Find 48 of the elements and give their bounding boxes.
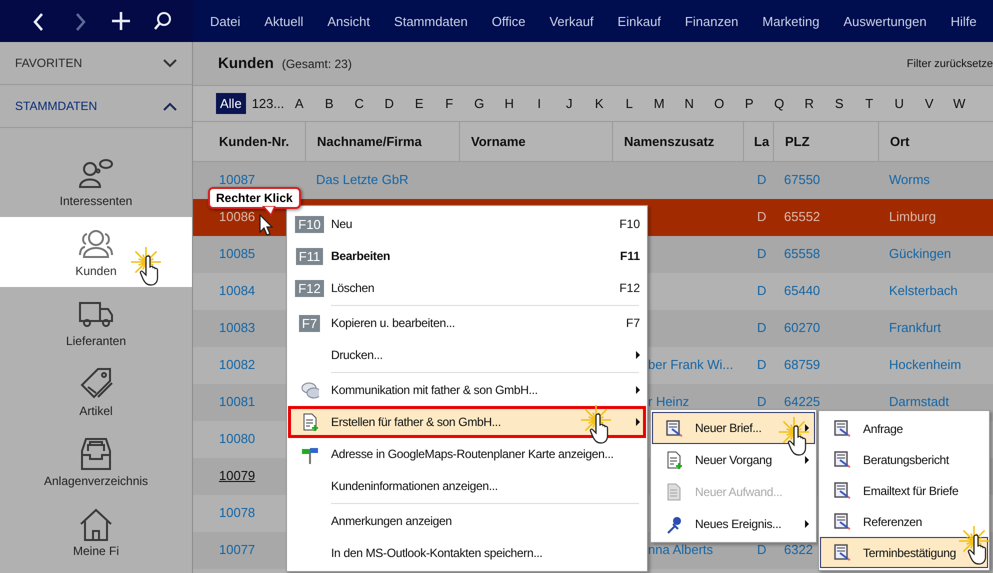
table-cell: Gückingen	[889, 246, 952, 260]
table-cell: 10079	[219, 468, 256, 482]
key-badge: F11	[296, 248, 324, 264]
shortcut-text: F10	[619, 217, 640, 231]
table-cell: 60270	[784, 320, 820, 334]
page-title: Kunden	[218, 55, 274, 72]
shortcut-text: F11	[620, 249, 640, 263]
table-cell: ber Frank Wi...	[648, 356, 734, 372]
table-cell: D	[757, 172, 766, 186]
key-badge: F7	[298, 314, 320, 332]
table-cell: Limburg	[889, 208, 936, 224]
table-cell: D	[757, 394, 766, 408]
table-cell: Worms	[889, 172, 930, 186]
table-cell: 68759	[784, 356, 820, 372]
table-cell: D	[757, 282, 766, 298]
table-cell: 65558	[784, 246, 820, 260]
table-cell: 10083	[219, 320, 256, 334]
record-count: (Gesamt: 23)	[282, 56, 352, 70]
key-badge: F12	[295, 280, 324, 296]
table-cell: D	[757, 208, 766, 224]
table-cell: 10085	[219, 246, 256, 260]
table-cell: 10087	[219, 172, 256, 186]
table-cell: Kelsterbach	[889, 282, 958, 298]
table-cell: D	[757, 320, 766, 334]
table-cell: D	[757, 356, 766, 372]
table-cell: 67550	[784, 172, 820, 186]
table-cell: 10086	[219, 208, 256, 224]
table-cell: 10078	[219, 504, 256, 520]
table-cell: 10084	[219, 282, 256, 298]
table-cell: 65440	[784, 282, 820, 298]
table-cell: Hockenheim	[889, 356, 962, 372]
table-cell: Frankfurt	[889, 320, 942, 334]
table-cell: nna Alberts	[648, 542, 714, 556]
shortcut-text: F12	[619, 281, 640, 295]
table-cell: 10081	[219, 394, 256, 408]
table-cell: 10082	[219, 356, 256, 372]
table-cell: 65552	[784, 208, 820, 224]
table-cell: Darmstadt	[889, 394, 949, 408]
table-cell: Das Letzte GbR	[316, 172, 408, 186]
table-cell: 6322	[784, 542, 813, 556]
table-cell: D	[757, 542, 766, 556]
table-cell: 10077	[219, 542, 256, 556]
table-cell: D	[757, 246, 766, 260]
key-badge: F10	[295, 216, 324, 232]
shortcut-text: F7	[626, 316, 640, 330]
table-cell: 10080	[219, 430, 256, 446]
table-cell: 64225	[784, 394, 820, 408]
table-cell: r Heinz	[648, 394, 690, 408]
